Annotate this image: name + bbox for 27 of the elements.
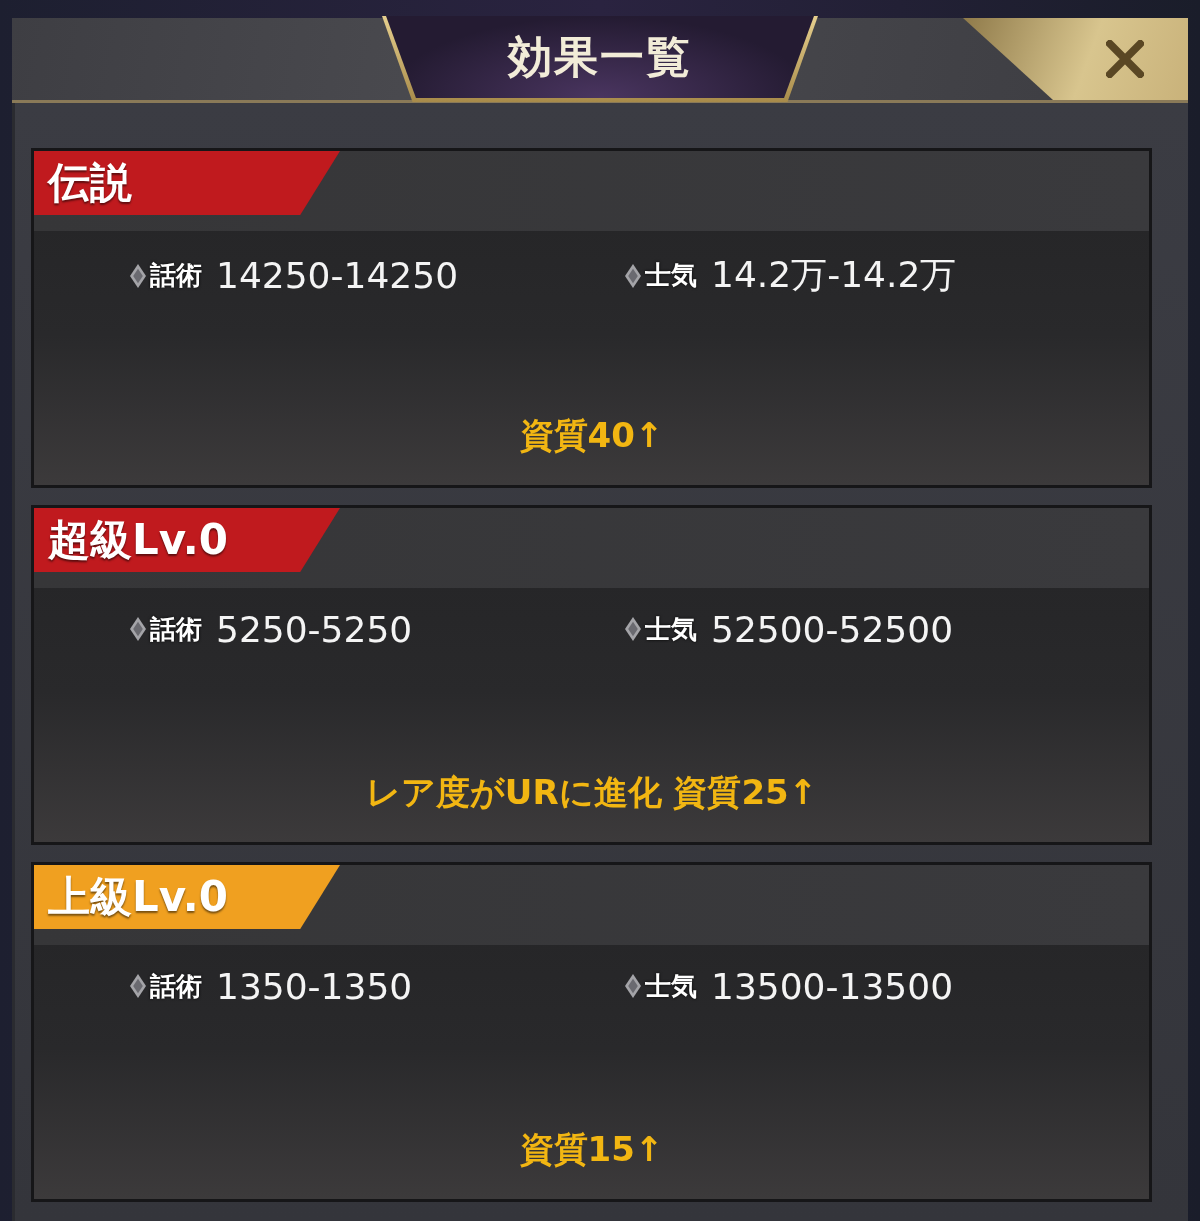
stat-label: 士気	[645, 612, 697, 646]
stat-value: 5250-5250	[216, 608, 413, 650]
diamond-icon	[625, 974, 641, 998]
stat-value: 14.2万-14.2万	[711, 253, 957, 297]
bonus-text: レア度がURに進化 資質25↑	[365, 771, 818, 814]
stat-label: 士気	[645, 969, 697, 1003]
bonus-text: 資質15↑	[519, 1128, 664, 1171]
stat-label: 士気	[645, 259, 697, 292]
diamond-icon	[625, 263, 641, 288]
diamond-icon	[625, 617, 641, 641]
tier-label: 上級Lv.0	[34, 865, 340, 929]
stat-value: 13500-13500	[711, 965, 954, 1007]
stat-value: 14250-14250	[216, 255, 459, 296]
stat-label: 話術	[150, 969, 202, 1003]
tier-label: 伝説	[34, 151, 340, 215]
diamond-icon	[130, 263, 146, 288]
diamond-icon	[130, 974, 146, 998]
stat-label: 話術	[150, 612, 202, 646]
stat-value: 1350-1350	[216, 965, 413, 1007]
close-button[interactable]	[963, 18, 1188, 100]
close-icon	[1106, 40, 1144, 78]
stat-value: 52500-52500	[711, 608, 954, 650]
dialog-title: 効果一覧	[508, 29, 692, 84]
stat-label: 話術	[150, 259, 202, 292]
diamond-icon	[130, 617, 146, 641]
bonus-text: 資質40↑	[519, 414, 664, 457]
tier-label: 超級Lv.0	[34, 508, 340, 572]
